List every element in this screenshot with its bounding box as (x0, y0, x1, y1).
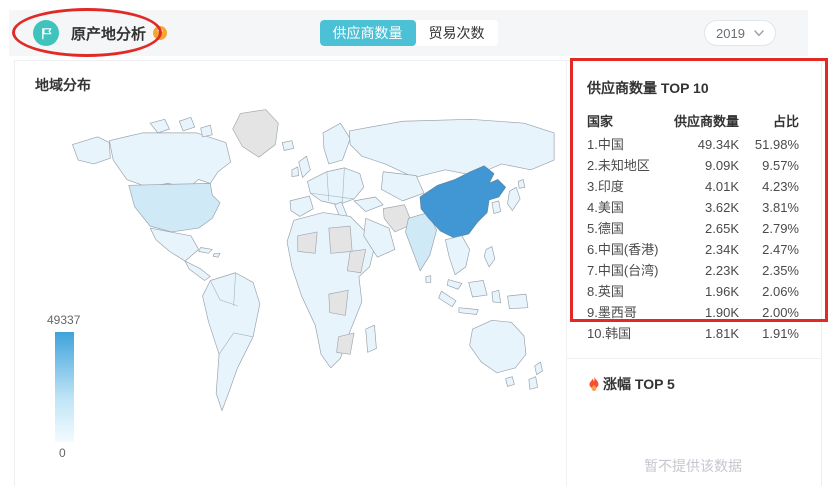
map-country-alaska[interactable] (72, 136, 111, 165)
col-supplier-count: 供应商数量 (673, 114, 739, 129)
rise-top5-section: 涨幅 TOP 5 暂不提供该数据 (567, 358, 821, 476)
page-title: 原产地分析 (71, 25, 147, 43)
row-value: 49.34K (697, 137, 739, 152)
row-share: 51.98% (754, 137, 799, 152)
row-value: 9.09K (705, 158, 739, 173)
map-central-america[interactable] (184, 260, 211, 281)
row-share: 2.79% (762, 221, 799, 236)
year-dropdown-value: 2019 (716, 25, 745, 41)
table-row: 3.印度 4.01K 4.23% (587, 176, 799, 197)
col-share: 占比 (772, 114, 799, 129)
table-row: 10.韩国 1.81K 1.91% (587, 323, 799, 344)
map-country-madagascar[interactable] (365, 324, 377, 353)
header-bar: 原产地分析 ? 供应商数量 贸易次数 2019 (9, 10, 808, 56)
rise-top5-title: 涨幅 TOP 5 (603, 376, 675, 392)
tab-trade-count[interactable]: 贸易次数 (415, 20, 498, 46)
table-row: 8.英国 1.96K 2.06% (587, 281, 799, 302)
year-dropdown[interactable]: 2019 (704, 20, 776, 46)
map-scandinavia[interactable] (322, 122, 351, 165)
no-data-placeholder: 暂不提供该数据 (644, 458, 742, 474)
map-country-ireland[interactable] (291, 166, 300, 177)
top10-section: 供应商数量 TOP 10 国家 供应商数量 占比 1.中国 49.34K 51.… (567, 61, 821, 358)
table-row: 4.美国 3.62K 3.81% (587, 197, 799, 218)
map-indochina[interactable] (445, 235, 470, 276)
row-share: 2.06% (762, 284, 799, 299)
row-country: 4.美国 (587, 200, 624, 215)
map-country-newzealand[interactable] (528, 361, 543, 390)
map-country-canada[interactable] (108, 132, 232, 188)
view-toggle-tabs: 供应商数量 贸易次数 (319, 20, 498, 46)
map-tasmania[interactable] (505, 376, 515, 387)
row-country: 7.中国(台湾) (587, 263, 659, 278)
map-south-america[interactable] (202, 272, 261, 411)
tab-supplier-count[interactable]: 供应商数量 (319, 20, 416, 46)
row-country: 6.中国(香港) (587, 242, 659, 257)
map-country-korea[interactable] (491, 200, 502, 214)
row-share: 3.81% (762, 200, 799, 215)
row-share: 2.00% (762, 305, 799, 320)
map-country-greenland[interactable] (232, 109, 279, 158)
table-row: 5.德国 2.65K 2.79% (587, 218, 799, 239)
row-country: 8.英国 (587, 284, 624, 299)
map-country-uk[interactable] (298, 155, 311, 178)
chevron-down-icon (754, 29, 764, 36)
flag-icon (33, 20, 59, 46)
map-country-srilanka[interactable] (425, 275, 432, 283)
legend-min-label: 0 (59, 446, 66, 460)
row-value: 4.01K (705, 179, 739, 194)
map-country-mexico[interactable] (149, 227, 200, 262)
map-caribbean[interactable] (198, 247, 221, 258)
row-country: 2.未知地区 (587, 158, 650, 173)
table-row: 1.中国 49.34K 51.98% (587, 134, 799, 155)
analysis-card: 地域分布 49337 0 供应商数量 TOP 10 国家 供应商数量 占比 1.… (14, 60, 822, 486)
row-value: 1.96K (705, 284, 739, 299)
map-section: 地域分布 49337 0 (15, 61, 566, 486)
col-country: 国家 (587, 114, 614, 129)
row-country: 1.中国 (587, 137, 624, 152)
legend-gradient-bar (55, 332, 74, 442)
right-panel: 供应商数量 TOP 10 国家 供应商数量 占比 1.中国 49.34K 51.… (566, 61, 821, 486)
map-country-spain[interactable] (289, 195, 314, 217)
top10-header-row: 国家 供应商数量 占比 (587, 111, 799, 132)
legend-max-label: 49337 (47, 313, 81, 327)
row-share: 9.57% (762, 158, 799, 173)
row-value: 2.65K (705, 221, 739, 236)
page-title-group: 原产地分析 ? (33, 20, 168, 46)
table-row: 7.中国(台湾) 2.23K 2.35% (587, 260, 799, 281)
row-share: 2.47% (762, 242, 799, 257)
table-row: 6.中国(香港) 2.34K 2.47% (587, 239, 799, 260)
help-icon[interactable]: ? (153, 26, 168, 40)
row-value: 1.90K (705, 305, 739, 320)
row-value: 3.62K (705, 200, 739, 215)
world-map[interactable] (53, 99, 558, 429)
map-country-usa[interactable] (128, 183, 221, 233)
row-country: 9.墨西哥 (587, 305, 637, 320)
map-country-turkey[interactable] (353, 196, 384, 212)
map-color-legend: 49337 0 (39, 313, 99, 460)
row-country: 10.韩国 (587, 326, 632, 341)
row-share: 4.23% (762, 179, 799, 194)
flame-icon (589, 376, 599, 392)
row-value: 1.81K (705, 326, 739, 341)
table-row: 2.未知地区 9.09K 9.57% (587, 155, 799, 176)
rise-top5-header: 涨幅 TOP 5 (587, 374, 799, 394)
map-section-title: 地域分布 (35, 77, 91, 93)
row-country: 3.印度 (587, 179, 624, 194)
map-country-iceland[interactable] (281, 140, 295, 151)
row-share: 1.91% (762, 326, 799, 341)
row-value: 2.23K (705, 263, 739, 278)
row-value: 2.34K (705, 242, 739, 257)
table-row: 9.墨西哥 1.90K 2.00% (587, 302, 799, 323)
row-share: 2.35% (762, 263, 799, 278)
map-country-malaysia[interactable] (446, 279, 463, 290)
map-country-japan[interactable] (507, 179, 526, 211)
map-country-russia[interactable] (348, 118, 555, 178)
row-country: 5.德国 (587, 221, 624, 236)
map-country-australia[interactable] (469, 319, 527, 374)
map-europe-mainland[interactable] (307, 167, 365, 206)
top10-title: 供应商数量 TOP 10 (587, 80, 709, 96)
map-country-philippines[interactable] (483, 246, 496, 268)
